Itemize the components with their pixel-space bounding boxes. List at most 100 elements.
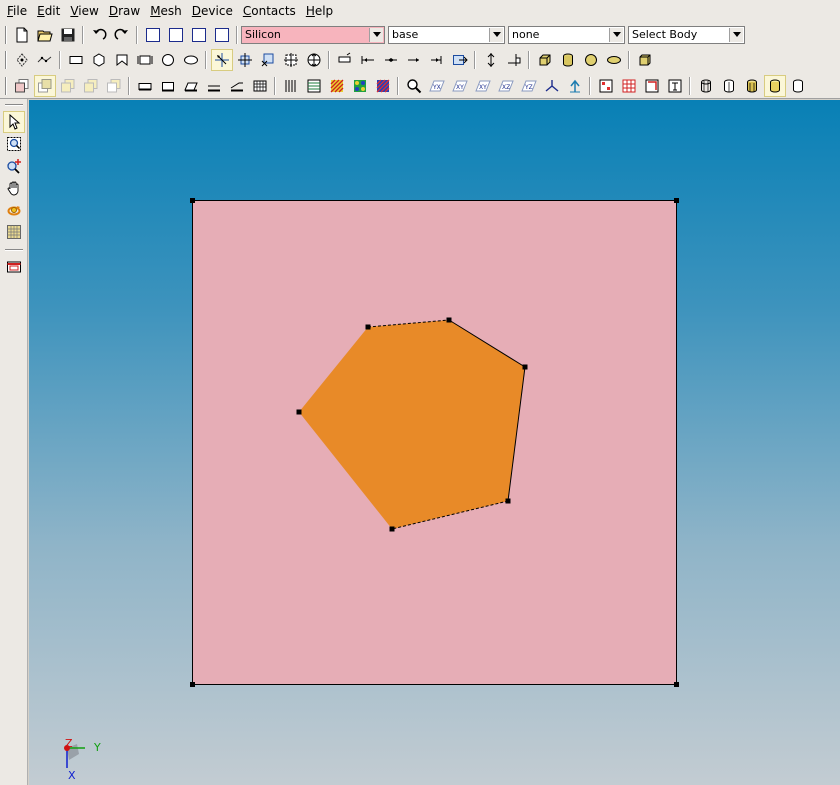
align-left-button[interactable]: [357, 49, 379, 71]
draw-rectangle-button[interactable]: [65, 49, 87, 71]
viewport-canvas[interactable]: Z Y X: [29, 100, 840, 785]
view-top-button[interactable]: [165, 24, 187, 46]
mesh-frame-button[interactable]: [641, 75, 663, 97]
menu-help[interactable]: Help: [301, 0, 338, 22]
vertex-handle[interactable]: [674, 198, 679, 203]
undo-button[interactable]: [88, 24, 110, 46]
chevron-down-icon[interactable]: [609, 27, 623, 42]
move-vertex-button[interactable]: [234, 49, 256, 71]
pan-button[interactable]: [3, 177, 25, 199]
vertical-lines-button[interactable]: [280, 75, 302, 97]
prism-button[interactable]: [634, 49, 656, 71]
region-line-button[interactable]: [203, 75, 225, 97]
zoom-window-button[interactable]: [3, 133, 25, 155]
dots-pattern-button[interactable]: [349, 75, 371, 97]
distribute-button[interactable]: [426, 49, 448, 71]
mesh-grid-button[interactable]: [618, 75, 640, 97]
vertex-handle[interactable]: [296, 409, 302, 415]
view-front-button[interactable]: [211, 24, 233, 46]
region-outline-button[interactable]: [134, 75, 156, 97]
grid-toggle-button[interactable]: [3, 221, 25, 243]
draw-trapezoid-button[interactable]: [111, 49, 133, 71]
extrude-button[interactable]: [534, 49, 556, 71]
vertex-handle[interactable]: [505, 498, 511, 504]
menu-edit[interactable]: Edit: [32, 0, 65, 22]
move-to-button[interactable]: [449, 49, 471, 71]
vertex-handle[interactable]: [190, 682, 195, 687]
toolbar-grip[interactable]: [4, 104, 23, 106]
window-view-button[interactable]: [3, 256, 25, 278]
body-select[interactable]: Select Body: [628, 25, 745, 44]
vertex-handle[interactable]: [190, 198, 195, 203]
send-to-back-button[interactable]: [80, 75, 102, 97]
menu-file[interactable]: File: [2, 0, 32, 22]
hatch-pattern-button[interactable]: [303, 75, 325, 97]
send-backward-button[interactable]: [33, 74, 56, 97]
mesh-overlay-button[interactable]: [595, 75, 617, 97]
region-diagonal-button[interactable]: [226, 75, 248, 97]
chevron-down-icon[interactable]: [489, 27, 503, 42]
draw-polygon-button[interactable]: [88, 49, 110, 71]
cylinder-button[interactable]: [557, 49, 579, 71]
split-edge-button[interactable]: [280, 49, 302, 71]
menu-draw[interactable]: Draw: [104, 0, 145, 22]
view-single-button[interactable]: [142, 24, 164, 46]
toolbar-grip[interactable]: [5, 25, 7, 44]
view-xy-button[interactable]: XY: [449, 75, 471, 97]
draw-line-button[interactable]: [34, 49, 56, 71]
bring-forward-button[interactable]: [11, 75, 33, 97]
redo-button[interactable]: [111, 24, 133, 46]
ellipsoid-button[interactable]: [603, 49, 625, 71]
sphere-button[interactable]: [580, 49, 602, 71]
align-center-button[interactable]: [380, 49, 402, 71]
draw-point-button[interactable]: [11, 49, 33, 71]
grid-pattern-button[interactable]: [249, 75, 271, 97]
chevron-down-icon[interactable]: [369, 27, 383, 42]
menu-device[interactable]: Device: [187, 0, 238, 22]
contact-select[interactable]: none: [508, 25, 625, 44]
menu-contacts[interactable]: Contacts: [238, 0, 301, 22]
view-iso-button[interactable]: [564, 75, 586, 97]
view-xy-alt-button[interactable]: XY: [472, 75, 494, 97]
vertex-handle[interactable]: [674, 682, 679, 687]
view-side-button[interactable]: [188, 24, 210, 46]
snap-button[interactable]: [503, 49, 525, 71]
align-right-button[interactable]: [403, 49, 425, 71]
vertex-handle[interactable]: [389, 526, 395, 532]
select-tool-button[interactable]: [2, 111, 25, 133]
region-select[interactable]: base: [388, 25, 505, 44]
hidden-line-button[interactable]: [718, 75, 740, 97]
toolbar-grip[interactable]: [4, 249, 23, 251]
vertical-spacing-button[interactable]: [480, 49, 502, 71]
vertex-handle[interactable]: [365, 324, 371, 330]
material-select[interactable]: Silicon: [241, 25, 385, 44]
region-fill-button[interactable]: [157, 75, 179, 97]
menu-view[interactable]: View: [65, 0, 103, 22]
stretch-button[interactable]: [303, 49, 325, 71]
menu-mesh[interactable]: Mesh: [145, 0, 187, 22]
view-yx-button[interactable]: YX: [426, 75, 448, 97]
draw-array-button[interactable]: [134, 49, 156, 71]
select-vertex-button[interactable]: [210, 49, 233, 71]
vertex-handle[interactable]: [446, 317, 452, 323]
chevron-down-icon[interactable]: [729, 27, 743, 42]
striped-pattern-button[interactable]: [326, 75, 348, 97]
rotate-button[interactable]: [3, 199, 25, 221]
new-file-button[interactable]: [11, 24, 33, 46]
wireframe-button[interactable]: [695, 75, 717, 97]
draw-ellipse-button[interactable]: [180, 49, 202, 71]
draw-circle-button[interactable]: [157, 49, 179, 71]
open-file-button[interactable]: [34, 24, 56, 46]
text-frame-button[interactable]: [664, 75, 686, 97]
group-layers-button[interactable]: [103, 75, 125, 97]
dimension-button[interactable]: [334, 49, 356, 71]
zoom-button[interactable]: [403, 75, 425, 97]
vertex-handle[interactable]: [522, 364, 528, 370]
toolbar-grip[interactable]: [5, 76, 7, 95]
smooth-shaded-button[interactable]: [763, 74, 786, 97]
toolbar-grip[interactable]: [5, 51, 7, 69]
view-axes-button[interactable]: [541, 75, 563, 97]
checker-pattern-button[interactable]: [372, 75, 394, 97]
save-button[interactable]: [57, 24, 79, 46]
transparent-button[interactable]: [787, 75, 809, 97]
